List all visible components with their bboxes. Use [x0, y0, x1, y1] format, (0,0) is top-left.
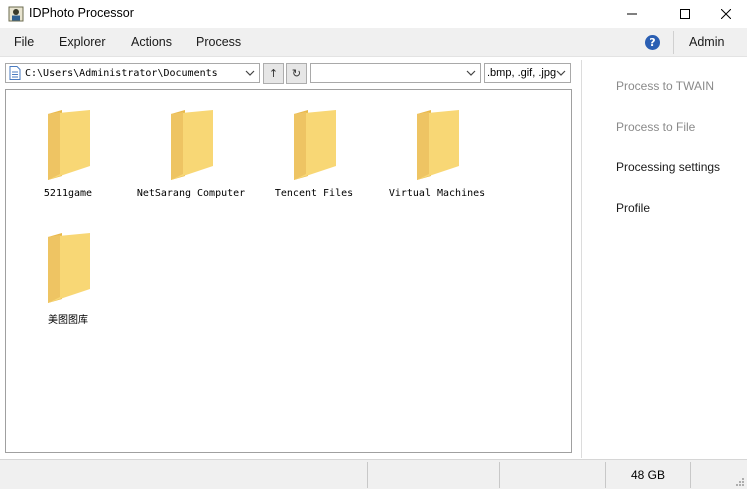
help-icon[interactable]: ? — [645, 35, 660, 50]
maximize-icon — [680, 9, 690, 19]
menu-explorer[interactable]: Explorer — [59, 35, 106, 49]
arrow-up-icon: ↑ — [268, 67, 279, 80]
status-separator — [690, 462, 691, 488]
status-separator — [367, 462, 368, 488]
status-bar: 48 GB — [0, 459, 747, 489]
refresh-icon: ↻ — [291, 67, 302, 80]
folder-label: Virtual Machines — [388, 188, 486, 199]
refresh-button[interactable]: ↻ — [286, 63, 307, 84]
menu-file[interactable]: File — [14, 35, 34, 49]
maximize-button[interactable] — [662, 0, 708, 28]
processing-settings-link[interactable]: Processing settings — [616, 160, 720, 174]
folder-icon — [417, 110, 459, 180]
folder-label: 5211game — [43, 188, 93, 199]
action-panel: Process to TWAIN Process to File Process… — [582, 58, 747, 458]
menu-user-admin[interactable]: Admin — [689, 35, 724, 49]
minimize-icon — [627, 13, 637, 15]
menu-bar: File Explorer Actions Process Admin — [0, 28, 747, 57]
menu-actions[interactable]: Actions — [131, 35, 172, 49]
chevron-down-icon[interactable] — [244, 67, 256, 79]
resize-grip-icon[interactable] — [735, 477, 745, 487]
close-icon — [721, 9, 731, 19]
folder-icon — [48, 233, 90, 303]
folder-label: NetSarang Computer — [136, 188, 246, 199]
folder-icon — [294, 110, 336, 180]
menu-separator — [673, 31, 674, 54]
status-separator — [499, 462, 500, 488]
idphoto-app-icon — [8, 6, 24, 22]
window-title: IDPhoto Processor — [29, 6, 134, 20]
document-icon — [9, 66, 21, 80]
folder-item[interactable]: 美图图库 — [13, 221, 123, 326]
folder-item[interactable]: Virtual Machines — [382, 98, 492, 199]
up-folder-button[interactable]: ↑ — [263, 63, 284, 84]
extension-filter-value: .bmp, .gif, .jpg — [487, 67, 557, 79]
folder-item[interactable]: Tencent Files — [259, 98, 369, 199]
free-space-text: 48 GB — [630, 468, 666, 482]
folder-icon — [48, 110, 90, 180]
process-to-twain-link: Process to TWAIN — [616, 79, 715, 93]
folder-label: Tencent Files — [274, 188, 354, 199]
extension-filter-combobox[interactable]: .bmp, .gif, .jpg — [484, 63, 571, 83]
process-to-file-link: Process to File — [616, 120, 696, 134]
folder-item[interactable]: NetSarang Computer — [136, 98, 246, 199]
chevron-down-icon[interactable] — [555, 67, 567, 79]
chevron-down-icon[interactable] — [465, 67, 477, 79]
path-combobox[interactable]: C:\Users\Administrator\Documents — [5, 63, 260, 83]
folder-label: 美图图库 — [48, 315, 88, 326]
title-bar: IDPhoto Processor — [0, 0, 747, 28]
minimize-button[interactable] — [609, 0, 655, 28]
file-browser-pane[interactable]: 5211game NetSarang Computer Tencent File… — [5, 89, 572, 453]
filter-combobox[interactable] — [310, 63, 481, 83]
folder-icon — [171, 110, 213, 180]
folder-item[interactable]: 5211game — [13, 98, 123, 199]
close-button[interactable] — [703, 0, 747, 28]
path-text: C:\Users\Administrator\Documents — [25, 67, 218, 79]
menu-process[interactable]: Process — [196, 35, 241, 49]
profile-link[interactable]: Profile — [616, 201, 650, 215]
